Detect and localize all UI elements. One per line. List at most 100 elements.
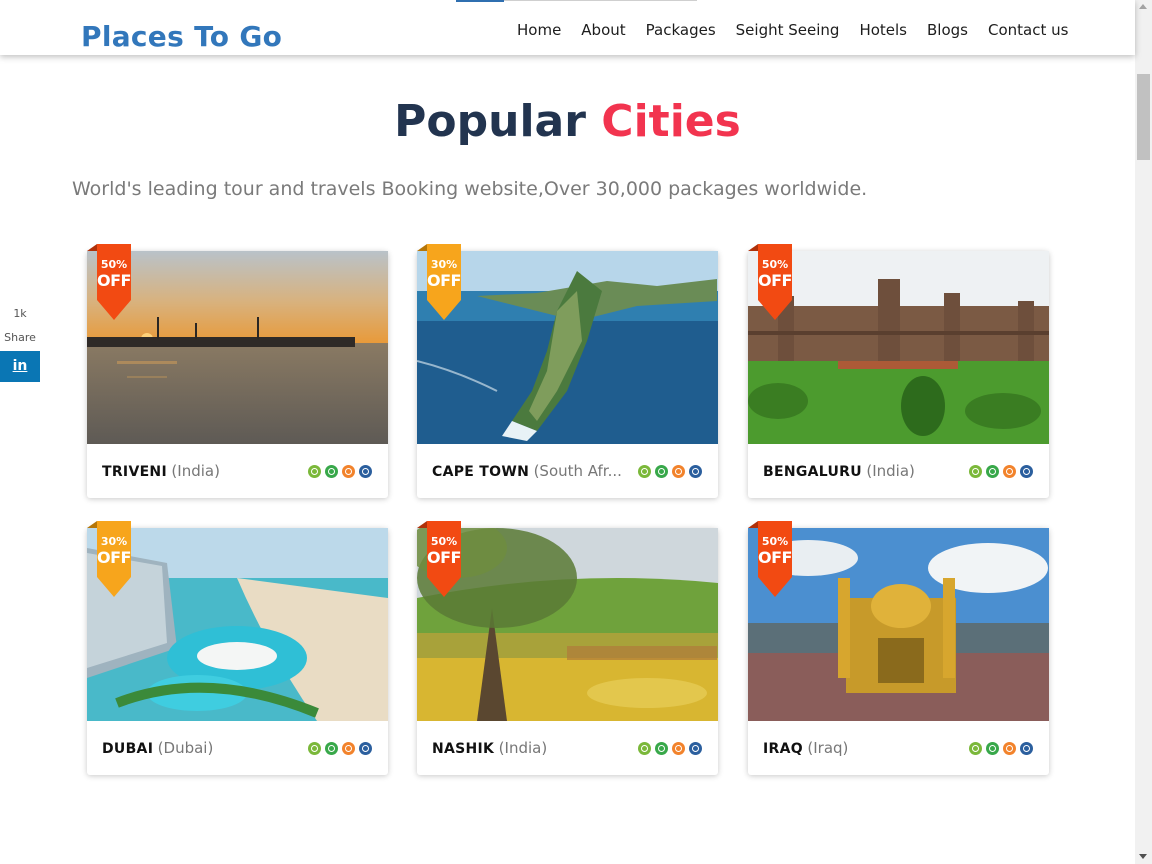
discount-percent: 50%	[100, 258, 128, 271]
card-feature-icons	[308, 742, 372, 755]
scroll-down-arrow-icon[interactable]	[1139, 854, 1147, 859]
city-name: NASHIK	[432, 741, 495, 757]
city-name: IRAQ	[763, 741, 803, 757]
card-feature-icons	[969, 465, 1033, 478]
discount-off-label: OFF	[758, 271, 792, 290]
tag-icon[interactable]	[1003, 465, 1016, 478]
discount-percent: 30%	[430, 258, 458, 271]
discount-percent: 50%	[761, 535, 789, 548]
card-feature-icons	[638, 465, 702, 478]
nav-active-indicator	[456, 0, 504, 2]
site-header: Places To Go Home About Packages Seight …	[0, 0, 1135, 55]
city-caption[interactable]: IRAQ (Iraq)	[763, 738, 959, 759]
money-icon[interactable]	[325, 742, 338, 755]
city-card-triveni[interactable]: 50% OFF TRIVENI (India)	[87, 244, 388, 498]
pin-icon[interactable]	[359, 465, 372, 478]
discount-off-label: OFF	[427, 271, 461, 290]
city-country: (India)	[171, 462, 220, 480]
pin-icon[interactable]	[1020, 465, 1033, 478]
nav-packages[interactable]: Packages	[636, 19, 726, 41]
city-photo[interactable]	[417, 251, 718, 444]
discount-percent: 50%	[430, 535, 458, 548]
clock-icon[interactable]	[308, 742, 321, 755]
clock-icon[interactable]	[638, 742, 651, 755]
discount-off-label: OFF	[97, 548, 131, 567]
section-subtitle: World's leading tour and travels Booking…	[72, 178, 868, 200]
city-card-iraq[interactable]: 50% OFF IRAQ (Iraq)	[748, 521, 1049, 775]
discount-off-label: OFF	[97, 271, 131, 290]
city-caption[interactable]: BENGALURU (India)	[763, 461, 959, 482]
money-icon[interactable]	[655, 742, 668, 755]
city-card-cape-town[interactable]: 30% OFF CAPE TOWN (South Afr...	[417, 244, 718, 498]
city-country: (India)	[498, 739, 548, 757]
card-feature-icons	[638, 742, 702, 755]
city-photo[interactable]	[417, 528, 718, 721]
nav-sightseeing[interactable]: Seight Seeing	[726, 19, 850, 41]
city-name: BENGALURU	[763, 464, 862, 480]
city-photo[interactable]	[748, 528, 1049, 721]
main-nav: Home About Packages Seight Seeing Hotels…	[507, 19, 1078, 41]
discount-ribbon: 50% OFF	[87, 244, 131, 320]
money-icon[interactable]	[325, 465, 338, 478]
scroll-up-arrow-icon[interactable]	[1139, 4, 1147, 9]
city-country: (India)	[866, 462, 915, 480]
site-logo[interactable]: Places To Go	[81, 19, 282, 55]
scroll-thumb[interactable]	[1137, 74, 1150, 160]
card-feature-icons	[308, 465, 372, 478]
city-name: CAPE TOWN	[432, 464, 530, 480]
nav-about[interactable]: About	[571, 19, 635, 41]
pin-icon[interactable]	[689, 742, 702, 755]
discount-ribbon: 50% OFF	[417, 521, 461, 597]
city-caption[interactable]: CAPE TOWN (South Afr...	[432, 461, 628, 482]
tag-icon[interactable]	[342, 465, 355, 478]
city-caption[interactable]: DUBAI (Dubai)	[102, 738, 298, 759]
clock-icon[interactable]	[638, 465, 651, 478]
money-icon[interactable]	[986, 465, 999, 478]
tag-icon[interactable]	[672, 742, 685, 755]
money-icon[interactable]	[986, 742, 999, 755]
clock-icon[interactable]	[308, 465, 321, 478]
city-photo[interactable]	[87, 528, 388, 721]
city-card-dubai[interactable]: 30% OFF DUBAI (Dubai)	[87, 521, 388, 775]
section-title: Popular Cities	[0, 94, 1135, 150]
city-country: (Iraq)	[807, 739, 849, 757]
pin-icon[interactable]	[1020, 742, 1033, 755]
discount-ribbon: 30% OFF	[417, 244, 461, 320]
tag-icon[interactable]	[1003, 742, 1016, 755]
share-count: 1k	[13, 307, 27, 320]
city-caption[interactable]: NASHIK (India)	[432, 738, 628, 759]
share-widget: 1k Share in	[0, 306, 40, 382]
nav-hotels[interactable]: Hotels	[849, 19, 917, 41]
city-caption[interactable]: TRIVENI (India)	[102, 461, 298, 482]
pin-icon[interactable]	[689, 465, 702, 478]
discount-ribbon: 50% OFF	[748, 244, 792, 320]
header-divider	[504, 0, 697, 1]
discount-ribbon: 50% OFF	[748, 521, 792, 597]
section-title-part1: Popular	[394, 96, 586, 147]
nav-contact[interactable]: Contact us	[978, 19, 1078, 41]
nav-blogs[interactable]: Blogs	[917, 19, 978, 41]
city-card-nashik[interactable]: 50% OFF NASHIK (India)	[417, 521, 718, 775]
discount-ribbon: 30% OFF	[87, 521, 131, 597]
tag-icon[interactable]	[342, 742, 355, 755]
page-scrollbar[interactable]	[1135, 0, 1152, 864]
tag-icon[interactable]	[672, 465, 685, 478]
city-photo[interactable]	[748, 251, 1049, 444]
section-title-part2: Cities	[601, 96, 741, 147]
city-country: (South Afr...	[533, 462, 622, 480]
money-icon[interactable]	[655, 465, 668, 478]
city-card-bengaluru[interactable]: 50% OFF BENGALURU (India)	[748, 244, 1049, 498]
discount-percent: 50%	[761, 258, 789, 271]
clock-icon[interactable]	[969, 465, 982, 478]
city-name: TRIVENI	[102, 464, 167, 480]
clock-icon[interactable]	[969, 742, 982, 755]
discount-off-label: OFF	[758, 548, 792, 567]
pin-icon[interactable]	[359, 742, 372, 755]
city-country: (Dubai)	[157, 739, 214, 757]
discount-percent: 30%	[100, 535, 128, 548]
share-label: Share	[4, 331, 36, 344]
nav-home[interactable]: Home	[507, 19, 571, 41]
discount-off-label: OFF	[427, 548, 461, 567]
city-photo[interactable]	[87, 251, 388, 444]
linkedin-share-button[interactable]: in	[0, 351, 40, 382]
